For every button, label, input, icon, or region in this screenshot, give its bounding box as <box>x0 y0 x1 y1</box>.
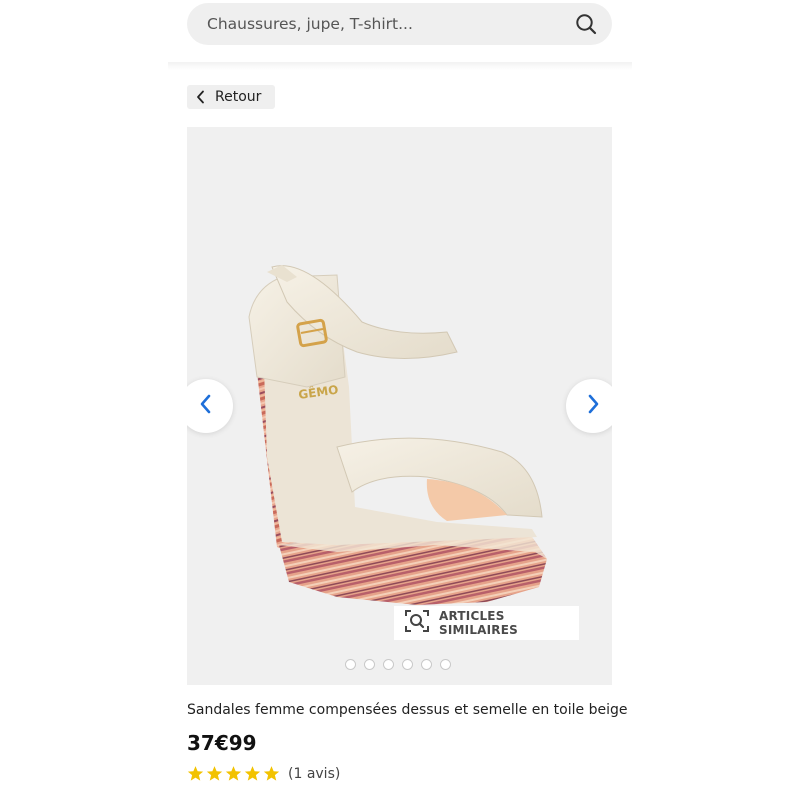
star-icon <box>263 766 280 781</box>
chevron-left-icon <box>196 90 208 104</box>
product-image: GÊMO <box>187 127 612 685</box>
chevron-left-icon <box>199 393 213 420</box>
search-input[interactable] <box>207 15 574 33</box>
search-bar[interactable] <box>187 3 612 45</box>
back-button-label: Retour <box>215 89 262 105</box>
star-icon <box>206 766 223 781</box>
similar-articles-button[interactable]: ARTICLES SIMILAIRES <box>394 606 579 640</box>
back-button[interactable]: Retour <box>187 85 275 109</box>
carousel-dot[interactable] <box>383 659 394 670</box>
carousel-dot[interactable] <box>402 659 413 670</box>
product-rating: (1 avis) <box>187 765 340 782</box>
carousel-dots <box>345 659 451 670</box>
reviews-link[interactable]: (1 avis) <box>288 766 340 782</box>
product-price: 37€99 <box>187 731 257 755</box>
next-image-button[interactable] <box>566 379 612 433</box>
product-title: Sandales femme compensées dessus et seme… <box>187 702 628 718</box>
search-icon[interactable] <box>574 12 598 36</box>
rating-stars <box>187 765 280 782</box>
carousel-dot[interactable] <box>421 659 432 670</box>
star-icon <box>225 766 242 781</box>
carousel-dot[interactable] <box>440 659 451 670</box>
star-icon <box>187 766 204 781</box>
carousel-dot[interactable] <box>345 659 356 670</box>
header-divider <box>168 62 632 70</box>
carousel-dot[interactable] <box>364 659 375 670</box>
star-icon <box>244 766 261 781</box>
visual-search-icon <box>404 608 430 639</box>
similar-articles-label: ARTICLES SIMILAIRES <box>439 609 518 637</box>
chevron-right-icon <box>586 393 600 420</box>
product-gallery[interactable]: GÊMO ARTICLES SIMILAIRES <box>187 127 612 685</box>
